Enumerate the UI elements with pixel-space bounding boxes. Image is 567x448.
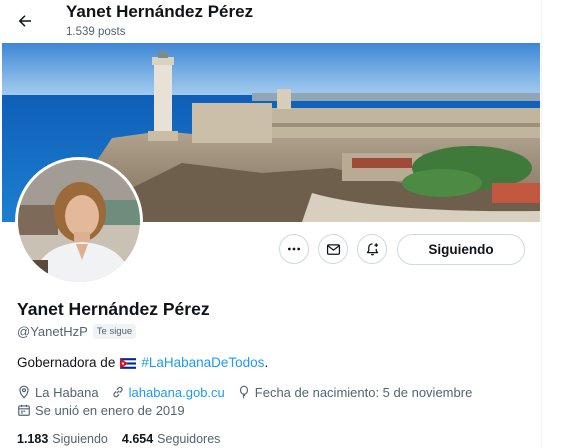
following-stat-link[interactable]: 1.183 Siguiendo [17,432,108,446]
profile-meta-row: La Habana lahabana.gob.cu Fecha de nacim… [17,383,484,401]
calendar-icon [18,404,30,416]
followers-count: 4.654 [121,432,154,446]
follow-stats: 1.183 Siguiendo 4.654 Seguidores [17,430,234,448]
followers-label: Seguidores [157,432,221,446]
profile-joined-row: Se unió en enero de 2019 [17,401,197,419]
bio-text: Gobernadora de [17,355,116,370]
profile-page: Yanet Hernández Pérez 1.539 posts Siguie… [0,0,567,448]
joined-text: Se unió en enero de 2019 [35,402,185,418]
following-count: 1.183 [17,432,49,446]
follows-you-badge: Te sigue [92,323,137,339]
profile-column: Yanet Hernández Pérez 1.539 posts Siguie… [0,0,542,448]
more-horizontal-icon [288,247,300,251]
profile-bio: Gobernadora de #LaHabanaDeTodos . [17,354,268,372]
link-icon [113,386,123,398]
joined-item: Se unió en enero de 2019 [17,403,185,418]
location-pin-icon [19,385,29,399]
website-item: lahabana.gob.cu [111,385,225,400]
birthday-item: Fecha de nacimiento: 5 de noviembre [237,384,473,400]
following-button[interactable]: Siguiendo [397,234,525,265]
profile-avatar[interactable] [15,157,143,285]
profile-handle: @YanetHzP [17,323,88,339]
birthday-text: Fecha de nacimiento: 5 de noviembre [254,384,473,400]
message-button[interactable] [318,234,348,264]
header-profile-name: Yanet Hernández Pérez [66,2,254,21]
notifications-button[interactable] [357,234,387,264]
bio-hashtag-link[interactable]: #LaHabanaDeTodos [141,354,264,372]
notification-bell-plus-icon [366,242,378,255]
arrow-left-icon [18,15,31,27]
location-item: La Habana [17,385,99,400]
followers-stat-link[interactable]: 4.654 Seguidores [122,432,221,446]
website-link[interactable]: lahabana.gob.cu [129,385,225,400]
cuba-flag-icon [120,357,137,369]
envelope-icon [326,243,340,255]
location-text: La Habana [35,384,99,400]
balloon-icon [239,385,248,399]
handle-row: @YanetHzP Te sigue [17,322,137,340]
following-label: Siguiendo [52,432,108,446]
back-button[interactable] [8,4,42,38]
profile-header-bar: Yanet Hernández Pérez 1.539 posts [0,0,541,43]
header-posts-count: 1.539 posts [66,26,126,38]
more-options-button[interactable] [279,234,309,264]
profile-name: Yanet Hernández Pérez [17,299,210,319]
bio-suffix: . [264,355,269,370]
